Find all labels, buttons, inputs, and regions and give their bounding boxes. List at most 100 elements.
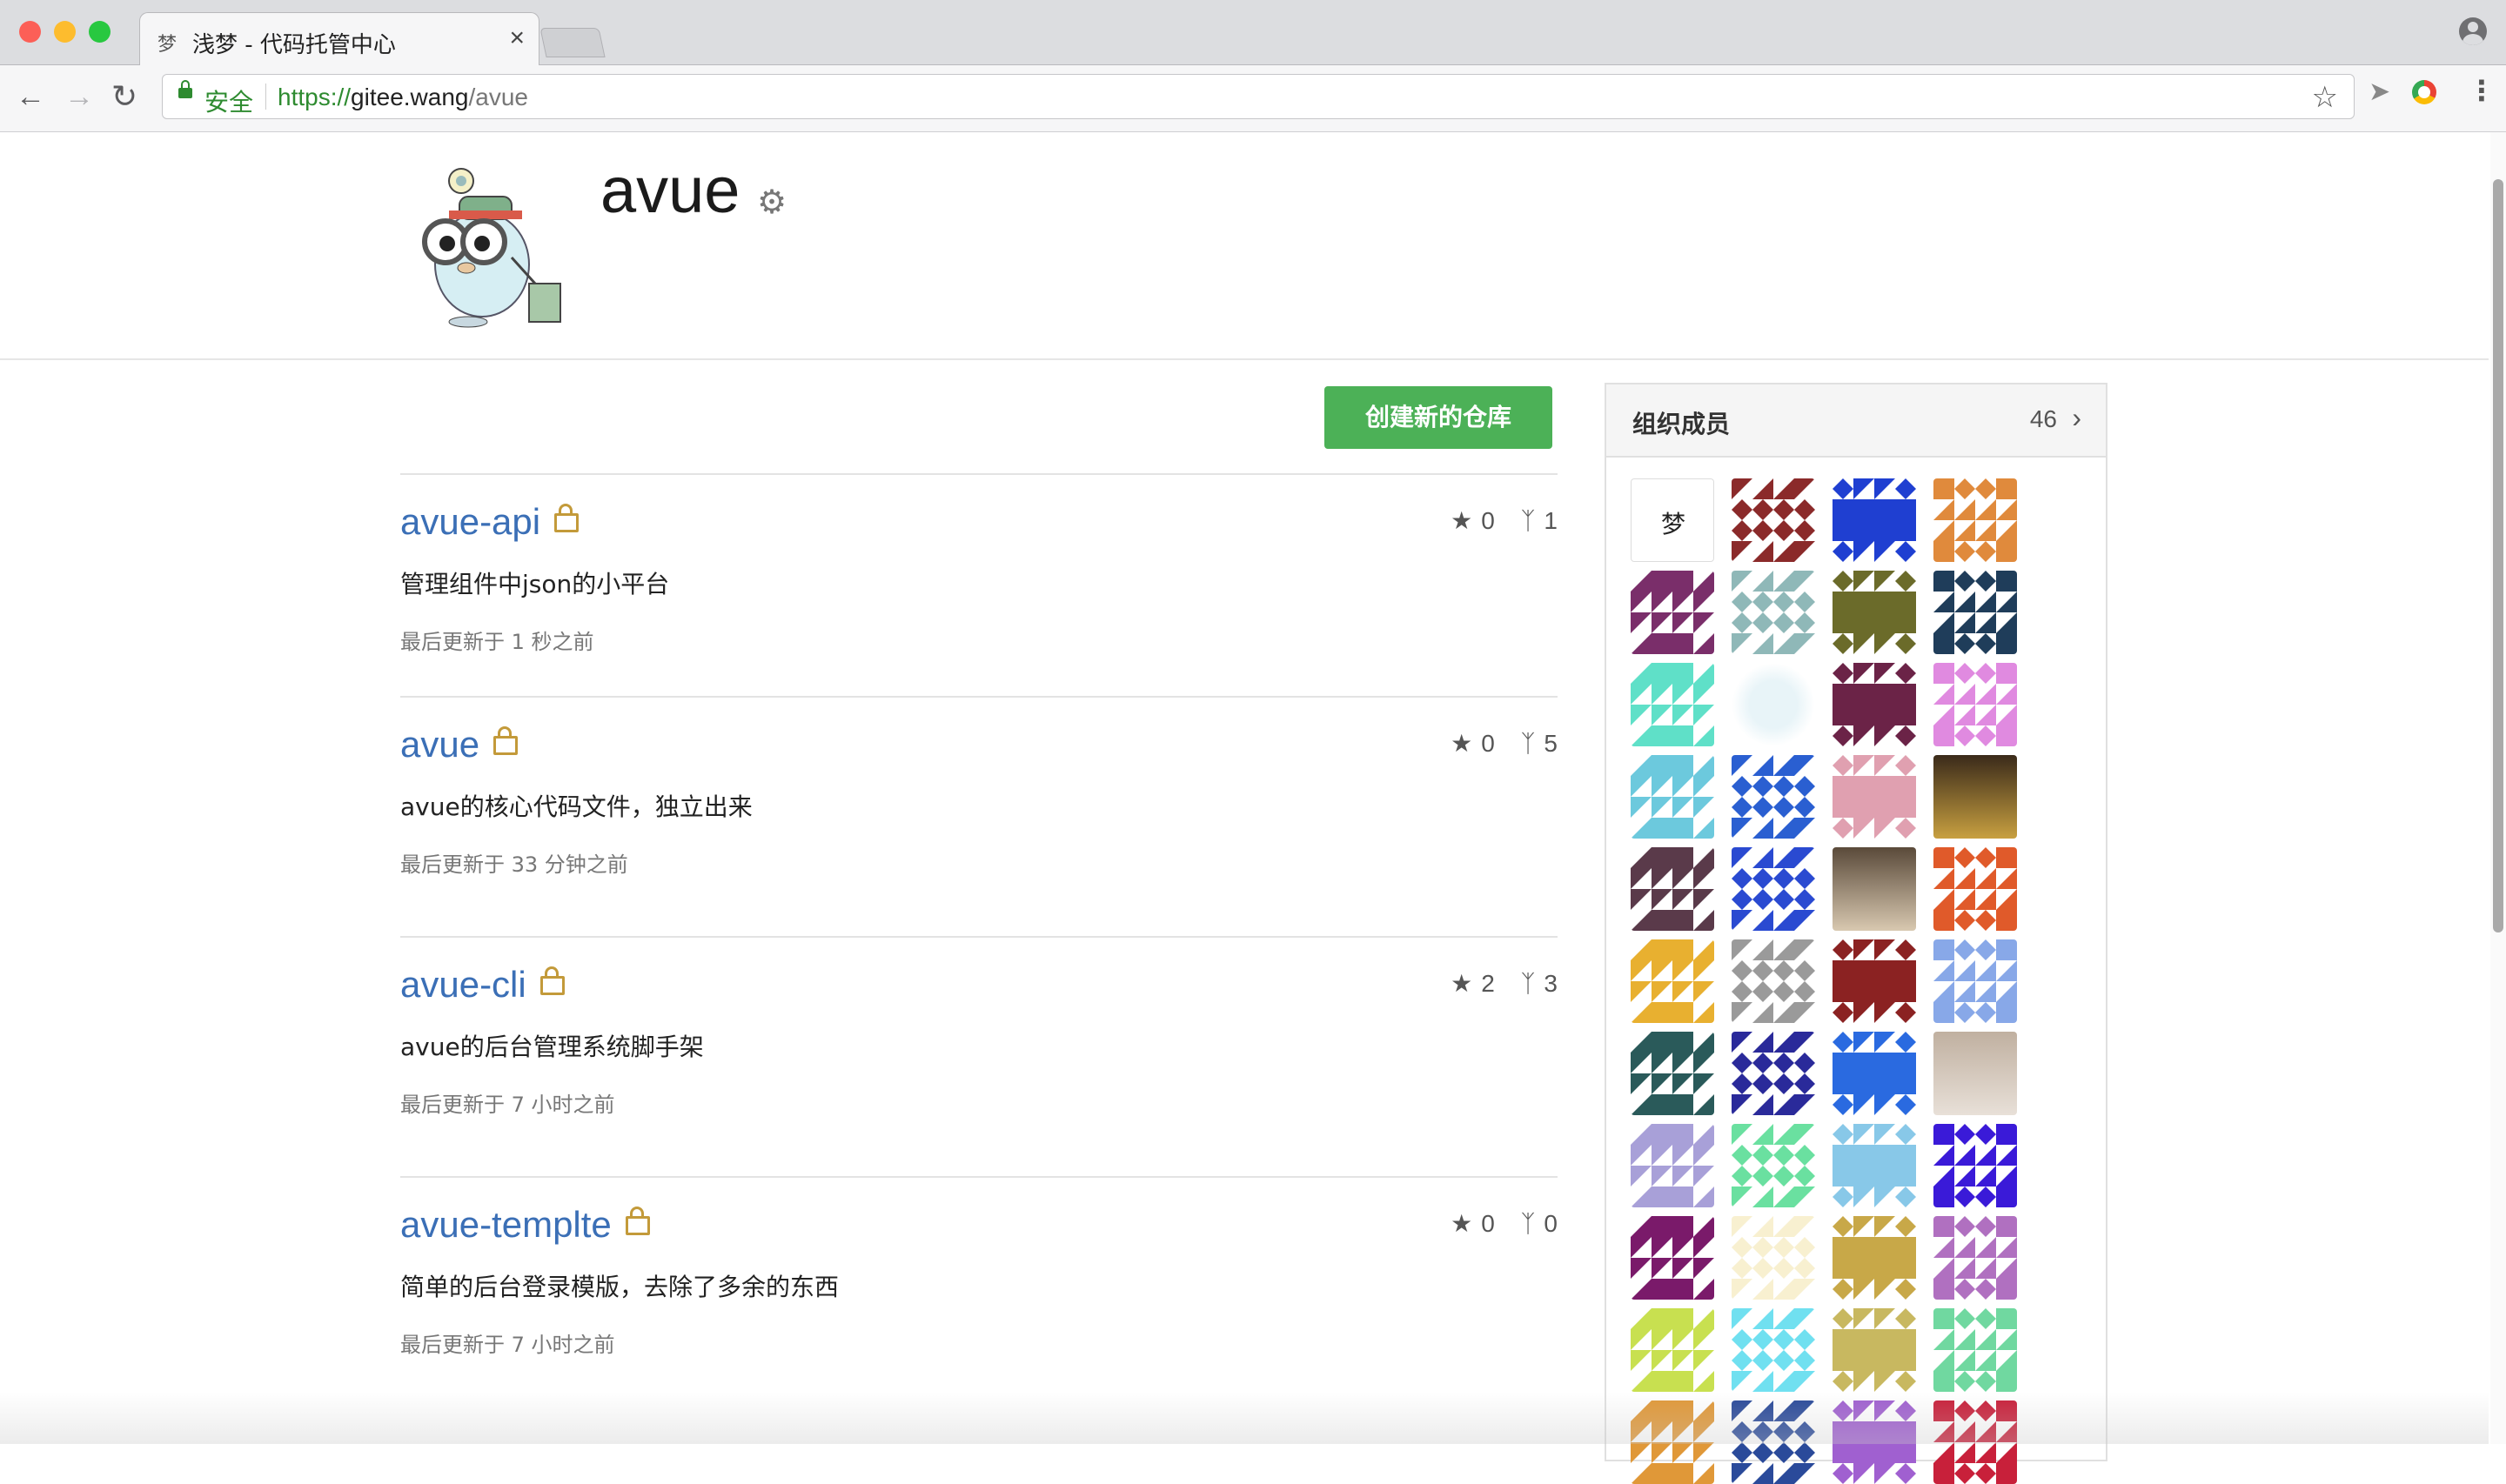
repo-item: avue-cli avue的后台管理系统脚手架 最后更新于 7 小时之前 ★ 2 … [400, 936, 1558, 1176]
member-avatar[interactable] [1833, 847, 1916, 931]
member-avatar[interactable] [1732, 478, 1815, 562]
star-count: 0 [1481, 507, 1495, 534]
star-icon: ★ [1451, 970, 1473, 997]
member-avatar[interactable] [1732, 1308, 1815, 1392]
members-title: 组织成员 [1632, 410, 1731, 438]
member-avatar[interactable] [1631, 847, 1714, 931]
member-avatar[interactable] [1933, 939, 2017, 1023]
repo-updated: 最后更新于 33 分钟之前 [400, 852, 628, 877]
member-avatar[interactable]: 梦 [1631, 478, 1714, 562]
repo-name-link[interactable]: avue-templte [400, 1204, 650, 1246]
member-avatar[interactable] [1833, 571, 1916, 654]
back-arrow-icon[interactable]: ← [16, 77, 45, 116]
member-avatar[interactable] [1631, 1308, 1714, 1392]
repo-updated: 最后更新于 7 小时之前 [400, 1093, 615, 1117]
members-panel-header[interactable]: 组织成员 46 › [1606, 384, 2106, 458]
members-count: 46 [2029, 405, 2057, 432]
address-bar[interactable]: 安全 https://gitee.wang/avue ☆ [162, 74, 2355, 119]
repo-name-link[interactable]: avue-api [400, 501, 580, 543]
member-avatar[interactable] [1833, 1124, 1916, 1207]
window-minimize-button[interactable] [54, 21, 76, 43]
extension-yandex-icon[interactable] [2412, 80, 2436, 104]
member-avatar[interactable] [1631, 755, 1714, 839]
member-avatar[interactable] [1933, 571, 2017, 654]
member-avatar[interactable] [1933, 1216, 2017, 1300]
repo-name[interactable]: avue-templte [400, 1204, 612, 1245]
profile-icon[interactable] [2459, 17, 2487, 45]
member-avatar[interactable] [1631, 571, 1714, 654]
member-avatar[interactable] [1631, 1216, 1714, 1300]
bookmark-star-icon[interactable]: ☆ [2312, 80, 2338, 115]
repo-stats: ★ 2 ᛉ3 [1451, 969, 1558, 998]
window-close-button[interactable] [19, 21, 41, 43]
org-avatar [422, 168, 561, 328]
member-avatar[interactable] [1933, 1124, 2017, 1207]
member-avatar[interactable] [1631, 663, 1714, 746]
create-repo-button[interactable]: 创建新的仓库 [1324, 386, 1552, 449]
member-avatar[interactable] [1833, 1308, 1916, 1392]
star-count: 0 [1481, 1210, 1495, 1237]
repo-stats: ★ 0 ᛉ1 [1451, 506, 1558, 535]
reload-icon[interactable]: ↻ [111, 77, 137, 116]
repo-item: avue avue的核心代码文件，独立出来 最后更新于 33 分钟之前 ★ 0 ᛉ… [400, 696, 1558, 936]
omnibox-divider [265, 84, 266, 110]
member-avatar[interactable] [1732, 663, 1815, 746]
lock-icon [493, 726, 519, 755]
lock-icon [539, 966, 565, 995]
secure-label: 安全 [204, 88, 254, 117]
url-text[interactable]: https://gitee.wang/avue [278, 84, 528, 111]
member-avatar[interactable] [1933, 1032, 2017, 1115]
member-avatar[interactable] [1732, 571, 1815, 654]
member-avatar[interactable] [1933, 755, 2017, 839]
tab-close-icon[interactable]: × [509, 23, 525, 53]
forward-arrow-icon[interactable]: → [64, 77, 94, 116]
fork-icon: ᛉ [1520, 970, 1536, 997]
member-avatar[interactable] [1631, 1124, 1714, 1207]
member-avatar[interactable] [1732, 1216, 1815, 1300]
repo-name-link[interactable]: avue [400, 724, 519, 765]
url-path: /avue [468, 84, 528, 110]
member-avatar[interactable] [1732, 755, 1815, 839]
member-avatar[interactable] [1933, 663, 2017, 746]
member-avatar[interactable] [1833, 478, 1916, 562]
member-avatar[interactable] [1732, 1124, 1815, 1207]
member-avatar[interactable] [1933, 847, 2017, 931]
members-panel: 组织成员 46 › 梦 [1605, 383, 2107, 1484]
fork-icon: ᛉ [1520, 730, 1536, 757]
repo-name[interactable]: avue-cli [400, 964, 526, 1005]
member-avatar[interactable] [1732, 847, 1815, 931]
member-avatar[interactable] [1631, 1032, 1714, 1115]
repo-name-link[interactable]: avue-cli [400, 964, 565, 1006]
browser-tab-active[interactable]: 梦 浅梦 - 代码托管中心 × [139, 12, 539, 66]
member-avatar[interactable] [1732, 1032, 1815, 1115]
repo-name[interactable]: avue-api [400, 501, 540, 542]
fork-icon: ᛉ [1520, 507, 1536, 534]
fork-icon: ᛉ [1520, 1210, 1536, 1237]
member-avatar[interactable] [1833, 755, 1916, 839]
extension-bird-icon[interactable]: ➤ [2369, 77, 2390, 107]
member-avatar[interactable] [1833, 663, 1916, 746]
member-avatar[interactable] [1732, 939, 1815, 1023]
browser-tab-bar: 梦 浅梦 - 代码托管中心 × [0, 0, 2506, 66]
chevron-right-icon[interactable]: › [2072, 402, 2081, 434]
repo-name[interactable]: avue [400, 724, 479, 765]
scrollbar-thumb[interactable] [2493, 179, 2503, 933]
member-avatar[interactable] [1933, 1308, 2017, 1392]
url-host: gitee.wang [351, 84, 469, 110]
lock-icon [625, 1207, 650, 1235]
gear-icon[interactable]: ⚙ [757, 183, 787, 222]
member-avatar[interactable] [1833, 1216, 1916, 1300]
repo-updated: 最后更新于 1 秒之前 [400, 630, 594, 654]
member-avatar[interactable] [1833, 939, 1916, 1023]
tab-favicon: 梦 [157, 33, 178, 55]
window-zoom-button[interactable] [89, 21, 111, 43]
repo-item: avue-api 管理组件中json的小平台 最后更新于 1 秒之前 ★ 0 ᛉ1 [400, 473, 1558, 713]
repo-description: avue的核心代码文件，独立出来 [400, 792, 753, 821]
new-tab-button[interactable] [539, 28, 606, 57]
member-avatar[interactable] [1631, 939, 1714, 1023]
member-avatar[interactable] [1933, 478, 2017, 562]
browser-menu-icon[interactable]: ⋮ [2468, 77, 2496, 104]
member-avatar[interactable] [1833, 1032, 1916, 1115]
url-scheme: https:// [278, 84, 352, 110]
repo-item: avue-templte 简单的后台登录模版，去除了多余的东西 最后更新于 7 … [400, 1176, 1558, 1416]
